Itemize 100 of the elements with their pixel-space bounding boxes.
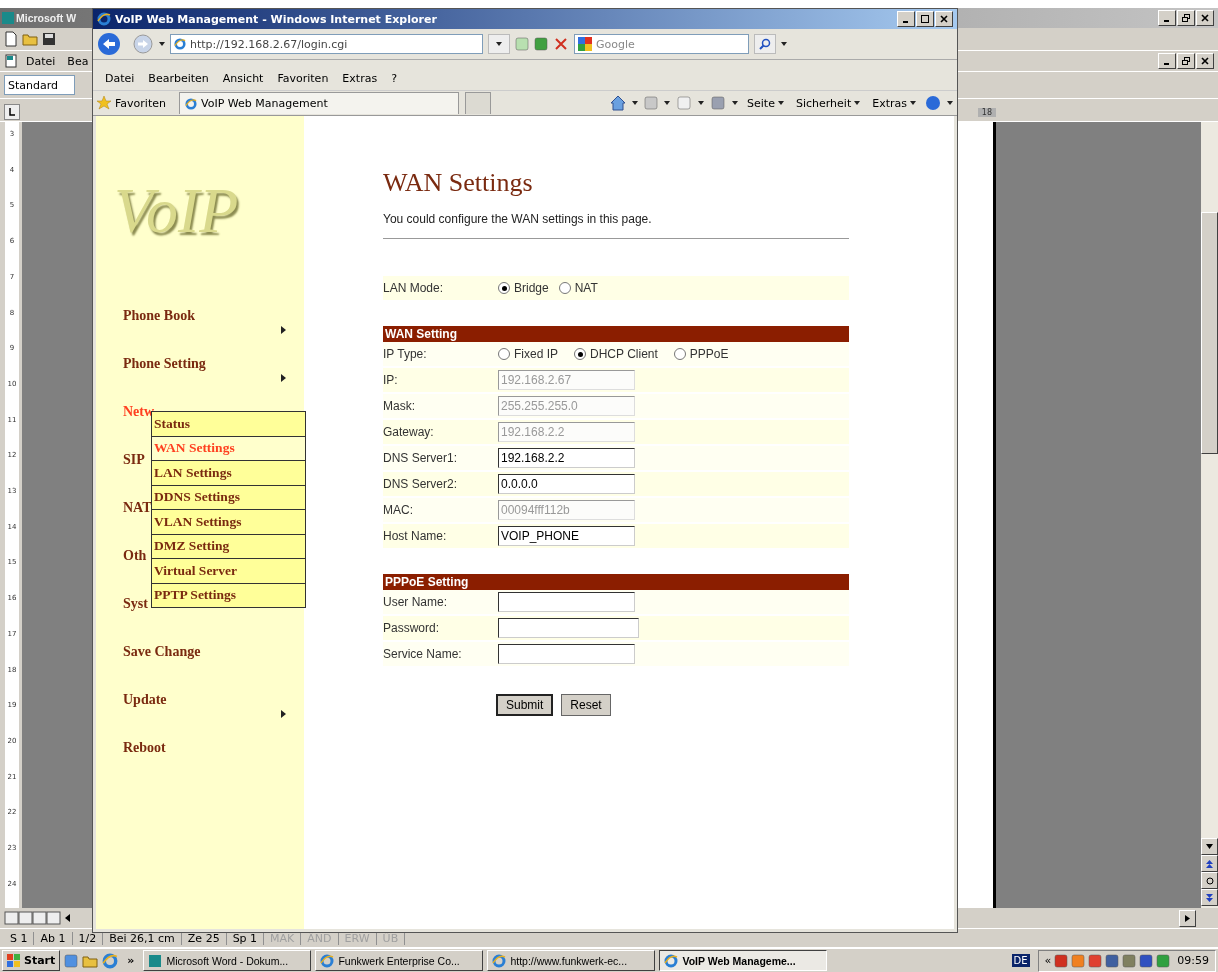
forward-button-icon[interactable] (132, 33, 154, 55)
language-indicator[interactable]: DE (1011, 954, 1030, 967)
restore-icon (1182, 14, 1190, 22)
taskbar-button[interactable]: Microsoft Word - Dokum... (143, 950, 312, 971)
radio-button[interactable] (673, 348, 686, 360)
nav-item[interactable]: NAT (123, 500, 152, 516)
menu-item[interactable]: Extras (338, 71, 382, 85)
tray-app-icon[interactable] (1054, 953, 1069, 968)
menu-item[interactable]: Ansicht (218, 71, 268, 85)
page-up-icon[interactable] (1206, 859, 1213, 868)
history-caret-icon (159, 42, 165, 46)
nav-item[interactable]: Update (123, 692, 167, 708)
browser-icon (102, 952, 119, 969)
tray-app-icon[interactable] (1139, 953, 1154, 968)
intro-text: You could configure the WAN settings in this page. (383, 212, 652, 226)
menu-item[interactable]: Favoriten (273, 71, 333, 85)
radio-label: DHCP Client (590, 347, 658, 361)
nav-item[interactable]: Phone Book (123, 308, 195, 324)
radio-button[interactable] (574, 348, 586, 360)
close-icon (1201, 14, 1209, 22)
restore-button[interactable] (1177, 53, 1195, 69)
nav-item[interactable]: Save Change (123, 644, 201, 660)
restore-icon (1182, 57, 1190, 65)
field-label: Host Name: (383, 529, 448, 543)
browser-tab[interactable]: VoIP Web Management (179, 92, 459, 114)
maximize-button[interactable] (916, 11, 934, 27)
page-down-icon[interactable] (1206, 893, 1213, 902)
form-button[interactable]: Submit (496, 694, 554, 716)
command-menu[interactable]: Seite (744, 96, 787, 110)
input-field[interactable]: 0.0.0.0 (498, 474, 635, 494)
star-icon (97, 96, 111, 110)
taskbar-button[interactable]: Funkwerk Enterprise Co... (315, 950, 484, 971)
menu-item[interactable]: Bearbeiten (144, 71, 213, 85)
tray-expand-button[interactable]: « (1044, 954, 1052, 967)
minimize-button[interactable] (1158, 10, 1176, 26)
more-button[interactable]: » (122, 954, 140, 967)
favorites-button[interactable]: Favoriten (97, 96, 173, 110)
scroll-down-icon[interactable] (1206, 844, 1213, 849)
input-field[interactable] (498, 644, 635, 664)
folder-icon[interactable] (82, 953, 99, 968)
command-menu[interactable]: Sicherheit (792, 96, 864, 110)
section-header: PPPoE Setting (383, 574, 849, 590)
close-icon[interactable] (553, 36, 569, 52)
input-field[interactable]: VOIP_PHONE (498, 526, 635, 546)
close-button[interactable] (935, 11, 953, 27)
field-label: LAN Mode: (383, 281, 445, 295)
menu-item[interactable]: Datei (22, 54, 60, 68)
radio-button[interactable] (558, 282, 571, 294)
scroll-right-icon[interactable] (1185, 914, 1190, 922)
nav-item[interactable]: SIP (123, 452, 145, 468)
new-document-icon[interactable] (4, 31, 18, 47)
app-icon (148, 953, 163, 968)
radio-button[interactable] (498, 282, 510, 294)
page-title: WAN Settings (383, 168, 533, 198)
search-icon (759, 38, 771, 50)
nav-item[interactable]: Syst (123, 596, 148, 612)
form-button[interactable]: Reset (561, 694, 611, 716)
close-icon (1201, 57, 1209, 65)
taskbar-button[interactable]: VoIP Web Manageme... (659, 950, 828, 971)
close-button[interactable] (1196, 53, 1214, 69)
restore-button[interactable] (1177, 10, 1195, 26)
vertical-scrollbar[interactable] (1201, 122, 1218, 908)
section-header: WAN Setting (383, 326, 849, 342)
tray-app-icon[interactable] (1156, 953, 1171, 968)
input-field[interactable]: 192.168.2.2 (498, 448, 635, 468)
dropdown-button[interactable] (488, 34, 510, 54)
ruler-number: 18 (977, 107, 996, 117)
input-field[interactable] (498, 592, 635, 612)
command-menu[interactable]: Extras (869, 96, 919, 110)
caret-icon (910, 101, 916, 105)
quick-launch-icon[interactable] (64, 953, 79, 968)
home-icon[interactable] (610, 95, 627, 111)
browse-object-icon[interactable] (1205, 876, 1214, 885)
minimize-button[interactable] (1158, 53, 1176, 69)
tray-app-icon[interactable] (1088, 953, 1103, 968)
taskbar-button[interactable]: http://www.funkwerk-ec... (487, 950, 656, 971)
start-button[interactable]: Start (2, 950, 61, 971)
window-title: VoIP Web Management - Windows Internet Explorer (115, 12, 437, 26)
close-button[interactable] (1196, 10, 1214, 26)
input-field[interactable] (498, 618, 639, 638)
address-field[interactable]: http://192.168.2.67/login.cgi (170, 34, 483, 54)
minimize-button[interactable] (897, 11, 915, 27)
radio-button[interactable] (498, 348, 510, 360)
save-icon[interactable] (42, 32, 56, 46)
nav-item[interactable]: Phone Setting (123, 356, 206, 372)
nav-item[interactable]: Reboot (123, 740, 166, 756)
menu-item[interactable]: Datei (101, 71, 139, 85)
browser-icon (97, 12, 111, 26)
browser-icon (664, 953, 679, 968)
nav-item[interactable]: Oth (123, 548, 147, 564)
field-label: User Name: (383, 595, 448, 609)
menu-item[interactable]: ? (387, 71, 401, 85)
field-label: Gateway: (383, 425, 435, 439)
tab-stop-icon[interactable] (4, 104, 20, 120)
menu-item[interactable]: Bea (63, 54, 93, 68)
search-button[interactable] (754, 34, 776, 54)
tray-app-icon[interactable] (1122, 953, 1137, 968)
style-dropdown[interactable]: Standard (4, 75, 75, 95)
close-icon (940, 15, 948, 23)
search-field[interactable]: Google (574, 34, 749, 54)
